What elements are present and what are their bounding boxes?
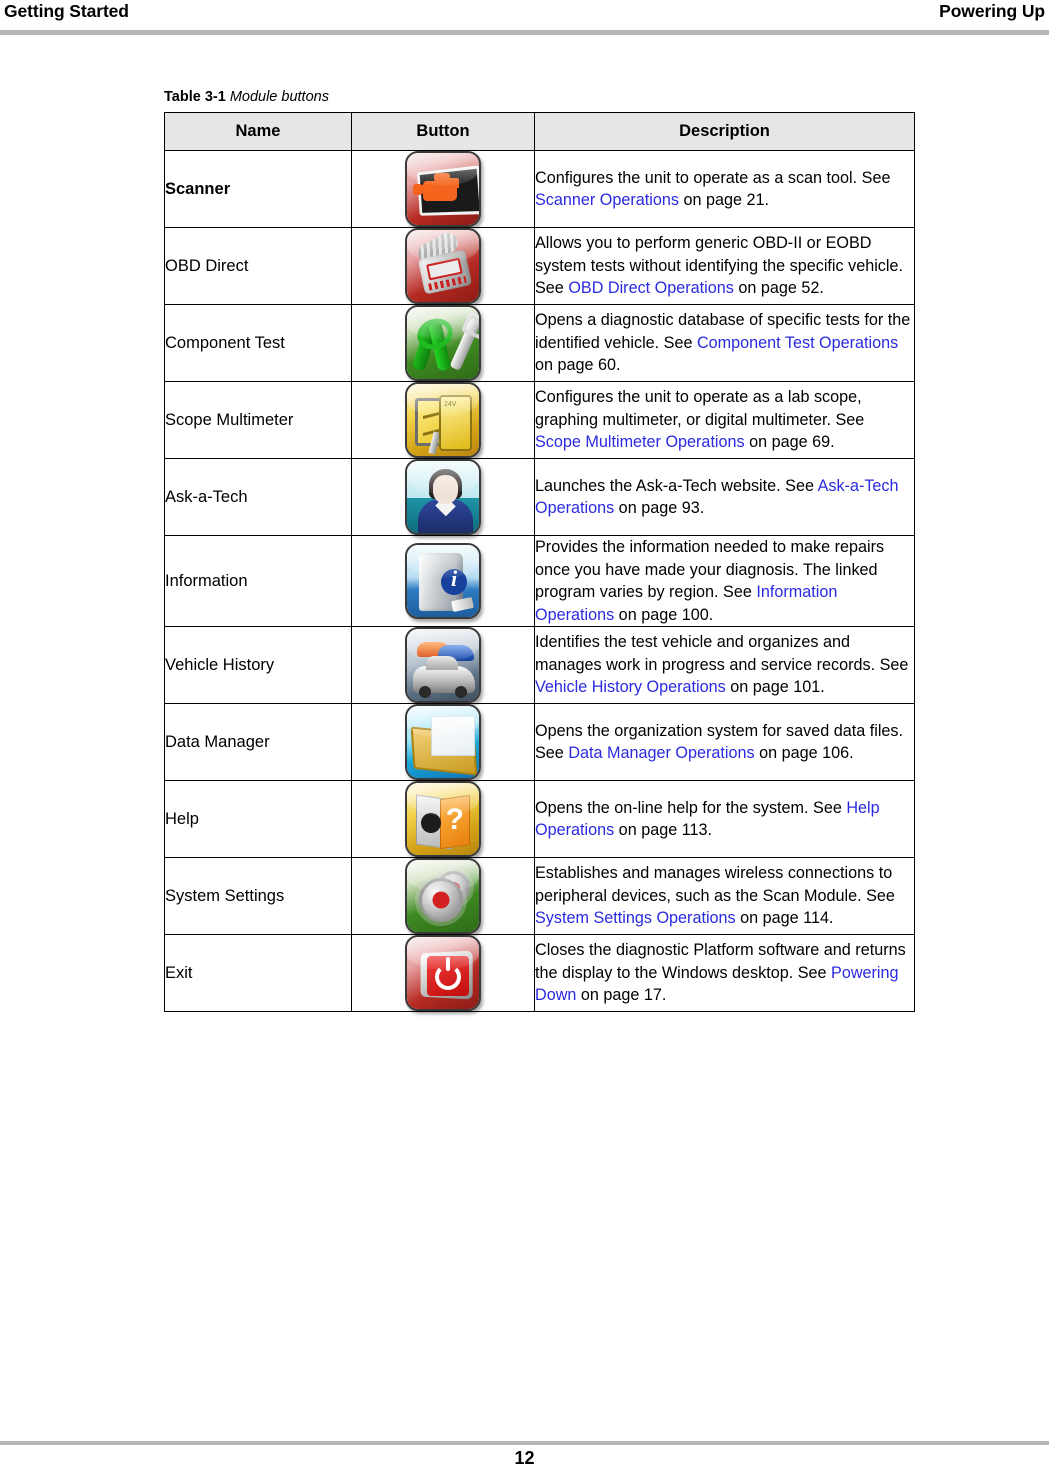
description-text: Establishes and manages wireless connect… [535,864,895,905]
module-button-cell [351,626,535,704]
vehicle-history-icon[interactable] [405,627,481,703]
description-text: Opens the on-line help for the system. S… [535,798,847,817]
description-text: on page 21. [678,191,769,209]
module-description-cell: Opens a diagnostic database of specific … [534,304,915,382]
running-header-right: Powering Up [939,1,1045,21]
module-button-cell [351,703,535,781]
table-row: Exit Closes the diagnostic Platform softw… [164,934,915,1012]
module-name-cell: Scanner [164,150,352,228]
description-text: on page 93. [614,499,705,517]
page-number: 12 [514,1448,535,1468]
module-name-cell: Information [164,535,352,627]
table-row: Information Provides the information need… [164,535,915,627]
description-text: Configures the unit to operate as a scan… [535,168,891,187]
table-row: Ask-a-Tech Launches the Ask-a-Tech websit… [164,458,915,536]
data-manager-icon[interactable] [405,704,481,780]
module-description-cell: Configures the unit to operate as a lab … [534,381,915,459]
scanner-icon[interactable] [405,151,481,227]
module-description-cell: Opens the organization system for saved … [534,703,915,781]
table-row: Scope Multimeter Configures the unit to o… [164,381,915,459]
table-row: System Settings Establishes and manages w… [164,857,915,935]
cross-reference-link[interactable]: Scope Multimeter Operations [535,433,745,451]
description-text: Configures the unit to operate as a lab … [535,388,865,429]
module-description-cell: Launches the Ask-a-Tech website. See Ask… [534,458,915,536]
description-text: on page 114. [735,909,834,928]
module-name-cell: Data Manager [164,703,352,781]
column-header-name: Name [164,112,352,151]
module-button-cell [351,934,535,1012]
component-test-icon[interactable] [405,305,481,381]
module-name-cell: Component Test [164,304,352,382]
module-name-cell: Help [164,780,352,858]
scope-multimeter-icon[interactable] [405,382,481,458]
header-divider-rule [0,30,1049,35]
module-button-cell: ? [351,780,535,858]
module-description-cell: Closes the diagnostic Platform software … [534,934,915,1012]
module-name-cell: Ask-a-Tech [164,458,352,536]
information-icon[interactable] [405,543,481,619]
description-text: on page 52. [733,279,824,298]
table-caption-title: Module buttons [229,89,329,105]
column-header-button: Button [351,112,535,151]
cross-reference-link[interactable]: OBD Direct Operations [568,279,734,297]
cross-reference-link[interactable]: System Settings Operations [535,909,736,927]
table-header-row: Name Button Description [164,112,915,151]
description-text: on page 60. [535,356,621,375]
module-name-cell: System Settings [164,857,352,935]
table-row: Component Test Opens a diagnostic databas… [164,304,915,382]
cross-reference-link[interactable]: Scanner Operations [535,191,679,209]
footer-divider-rule [0,1441,1049,1445]
module-description-cell: Establishes and manages wireless connect… [534,857,915,935]
column-header-description: Description [534,112,915,151]
description-text: on page 17. [576,986,667,1005]
table-caption: Table 3-1 Module buttons [164,88,914,106]
module-button-cell [351,535,535,627]
description-text: on page 113. [614,821,712,839]
obd-direct-icon[interactable] [405,228,481,304]
module-description-cell: Identifies the test vehicle and organize… [534,626,915,704]
module-description-cell: Configures the unit to operate as a scan… [534,150,915,228]
cross-reference-link[interactable]: Vehicle History Operations [535,678,726,696]
table-row: Help? Opens the on-line help for the syst… [164,780,915,858]
ask-a-tech-icon[interactable] [405,459,481,535]
module-description-cell: Allows you to perform generic OBD-II or … [534,227,915,305]
module-name-cell: Scope Multimeter [164,381,352,459]
table-row: Scanner Configures the unit to operate as… [164,150,915,228]
cross-reference-link[interactable]: Component Test Operations [697,334,898,352]
module-button-cell [351,227,535,305]
table-caption-number: Table 3-1 [164,89,226,105]
module-buttons-table-body: Scanner Configures the unit to operate as… [164,150,915,1012]
table-row: Vehicle History Identifies the test vehic… [164,626,915,704]
module-button-cell [351,381,535,459]
help-icon[interactable]: ? [405,781,481,857]
module-buttons-table: Name Button Description Scanner Configure… [164,112,915,1012]
module-button-cell [351,458,535,536]
module-description-cell: Opens the on-line help for the system. S… [534,780,915,858]
description-text: on page 101. [725,678,825,697]
module-name-cell: OBD Direct [164,227,352,305]
module-name-cell: Exit [164,934,352,1012]
description-text: Launches the Ask-a-Tech website. See [535,476,818,495]
running-header-left: Getting Started [4,1,129,21]
description-text: Identifies the test vehicle and organize… [535,633,909,674]
table-row: OBD Direct Allows you to perform generic … [164,227,915,305]
description-text: on page 106. [754,744,854,762]
module-button-cell [351,304,535,382]
module-button-cell [351,857,535,935]
system-settings-icon[interactable] [405,858,481,934]
description-text: on page 69. [744,433,835,452]
running-header: Getting Started Powering Up [0,0,1049,30]
module-description-cell: Provides the information needed to make … [534,535,915,627]
table-row: Data Manager Opens the organization syste… [164,703,915,781]
module-name-cell: Vehicle History [164,626,352,704]
cross-reference-link[interactable]: Data Manager Operations [568,744,754,762]
module-button-cell [351,150,535,228]
exit-icon[interactable] [405,935,481,1011]
module-buttons-table-block: Table 3-1 Module buttons Name Button Des… [164,88,915,1012]
description-text: on page 100. [614,605,714,624]
